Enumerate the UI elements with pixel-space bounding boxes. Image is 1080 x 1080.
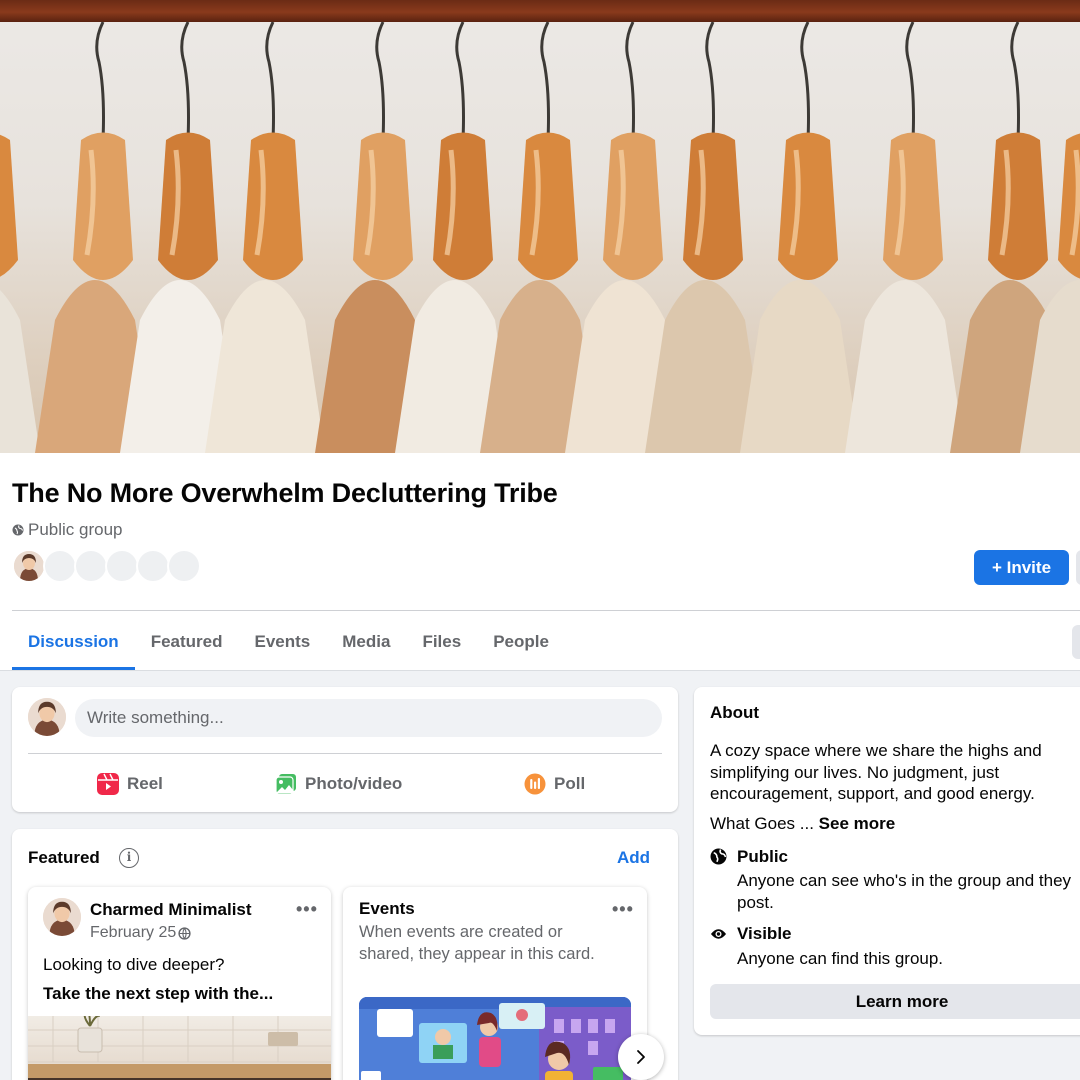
header-more-button[interactable] — [1076, 550, 1080, 585]
public-title: Public — [737, 847, 789, 866]
reel-label: Reel — [127, 774, 163, 793]
member-avatar[interactable] — [12, 549, 46, 583]
post-image[interactable] — [28, 1011, 331, 1080]
member-avatar[interactable] — [43, 549, 77, 583]
member-avatar[interactable] — [136, 549, 170, 583]
hanger — [740, 21, 860, 453]
what-goes-text: What Goes ... — [710, 814, 814, 833]
invite-label: + Invite — [991, 557, 1052, 577]
tab-people[interactable]: People — [477, 612, 565, 670]
about-description: A cozy space where we share the highs an… — [710, 741, 1042, 803]
eye-icon — [710, 929, 727, 939]
events-card[interactable]: Events ••• When events are created or sh… — [343, 887, 647, 1080]
reel-button[interactable]: Reel — [97, 769, 163, 799]
featured-next-button[interactable] — [618, 1034, 664, 1080]
chevron-right-icon — [637, 1050, 645, 1064]
author-avatar[interactable] — [43, 898, 81, 936]
photo-video-label: Photo/video — [305, 774, 403, 793]
hanger — [845, 21, 965, 453]
hanger — [0, 134, 40, 453]
group-privacy-line: Public group — [12, 520, 123, 540]
post-text-line1: Looking to dive deeper? — [43, 955, 225, 974]
privacy-label: Public group — [28, 520, 123, 539]
member-avatars[interactable] — [12, 549, 201, 583]
poll-button[interactable]: Poll — [524, 769, 585, 799]
see-more-link[interactable]: See more — [819, 814, 896, 833]
featured-add-link[interactable]: Add — [617, 848, 650, 868]
post-text-line2: Take the next step with the... — [43, 984, 274, 1003]
member-avatar[interactable] — [167, 549, 201, 583]
photo-video-button[interactable]: Photo/video — [275, 769, 402, 799]
visible-description: Anyone can find this group. — [737, 949, 944, 968]
hanger — [645, 21, 765, 453]
poll-label: Poll — [554, 774, 586, 793]
header-bottom-border — [0, 670, 1080, 671]
post-options-icon[interactable]: ••• — [296, 899, 318, 920]
globe-icon — [710, 848, 727, 865]
tab-featured[interactable]: Featured — [135, 612, 239, 670]
post-composer: Write something... Reel Photo/video Poll — [12, 687, 678, 812]
group-tabs: Discussion Featured Events Media Files P… — [12, 612, 565, 670]
about-card: About A cozy space where we share the hi… — [694, 687, 1080, 1035]
composer-divider — [28, 753, 662, 754]
about-what-goes: What Goes ... See more — [710, 814, 895, 834]
info-icon[interactable]: i — [119, 848, 139, 868]
tab-files[interactable]: Files — [406, 612, 477, 670]
post-date[interactable]: February 25 — [90, 924, 191, 942]
member-avatar[interactable] — [74, 549, 108, 583]
member-avatar[interactable] — [105, 549, 139, 583]
tabs-more-button[interactable] — [1072, 625, 1080, 659]
featured-title: Featured — [28, 848, 100, 867]
user-avatar[interactable] — [28, 698, 66, 736]
learn-more-button[interactable]: Learn more — [710, 984, 1080, 1019]
photo-video-icon — [275, 773, 297, 795]
featured-post-card[interactable]: Charmed Minimalist February 25 ••• Looki… — [28, 887, 331, 1080]
post-date-text: February 25 — [90, 924, 177, 941]
visible-title: Visible — [737, 924, 792, 943]
hanger — [205, 21, 325, 453]
events-card-description: When events are created or shared, they … — [359, 923, 595, 963]
globe-icon — [178, 926, 191, 940]
group-cover-photo[interactable] — [0, 0, 1080, 453]
write-something-input[interactable]: Write something... — [75, 699, 662, 737]
tab-events[interactable]: Events — [239, 612, 327, 670]
events-options-icon[interactable]: ••• — [612, 899, 634, 920]
hangers-illustration — [0, 21, 1080, 453]
reel-icon — [97, 773, 119, 795]
poll-icon — [524, 773, 546, 795]
about-title: About — [710, 703, 760, 722]
tab-media[interactable]: Media — [326, 612, 406, 670]
globe-icon — [12, 524, 24, 536]
header-divider — [12, 610, 1080, 611]
events-card-title: Events — [359, 899, 415, 918]
tab-discussion[interactable]: Discussion — [12, 612, 135, 670]
post-author-name[interactable]: Charmed Minimalist — [90, 900, 252, 920]
group-title: The No More Overwhelm Decluttering Tribe — [12, 478, 558, 508]
invite-button[interactable]: + Invite — [974, 550, 1069, 585]
public-description: Anyone can see who's in the group and th… — [737, 871, 1072, 912]
events-illustration — [359, 997, 631, 1080]
